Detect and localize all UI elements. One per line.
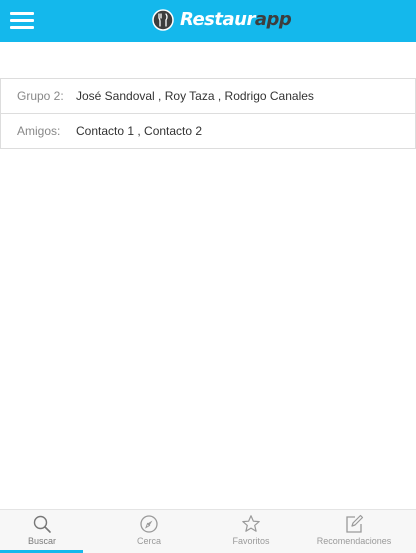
tab-cerca-label: Cerca xyxy=(136,536,161,546)
logo-wordmark: Restaurapp xyxy=(180,9,292,31)
group-row: Grupo 2: José Sandoval , Roy Taza , Rodr… xyxy=(1,79,415,113)
star-icon xyxy=(242,515,260,532)
group-label: Grupo 2: xyxy=(17,89,64,103)
tab-recomendaciones[interactable]: Recomendaciones xyxy=(302,510,406,553)
tab-favoritos-label: Favoritos xyxy=(232,536,270,546)
group-info-card: Grupo 2: José Sandoval , Roy Taza , Rodr… xyxy=(0,78,416,149)
group-members: José Sandoval , Roy Taza , Rodrigo Canal… xyxy=(76,89,314,103)
tab-buscar[interactable]: Buscar xyxy=(0,510,94,553)
friends-label: Amigos: xyxy=(17,124,61,138)
compass-icon xyxy=(140,515,158,533)
logo-wordmark-second: app xyxy=(254,9,292,30)
tab-cerca[interactable]: Cerca xyxy=(97,510,201,553)
tab-recomendaciones-label: Recomendaciones xyxy=(316,536,392,546)
friends-members: Contacto 1 , Contacto 2 xyxy=(76,124,203,138)
logo-mark-icon xyxy=(152,9,174,31)
bottom-tab-bar: Buscar Cerca Favoritos Recomendaciones xyxy=(0,509,416,553)
app-logo: Restaurapp xyxy=(152,7,292,33)
friends-row: Amigos: Contacto 1 , Contacto 2 xyxy=(1,113,415,148)
logo-wordmark-first: Restaur xyxy=(180,9,255,30)
hamburger-menu-icon[interactable] xyxy=(10,12,34,30)
tab-favoritos[interactable]: Favoritos xyxy=(199,510,303,553)
search-icon xyxy=(33,515,51,533)
tab-buscar-label: Buscar xyxy=(27,536,56,546)
edit-icon xyxy=(346,514,364,533)
app-header: Restaurapp xyxy=(0,0,416,42)
